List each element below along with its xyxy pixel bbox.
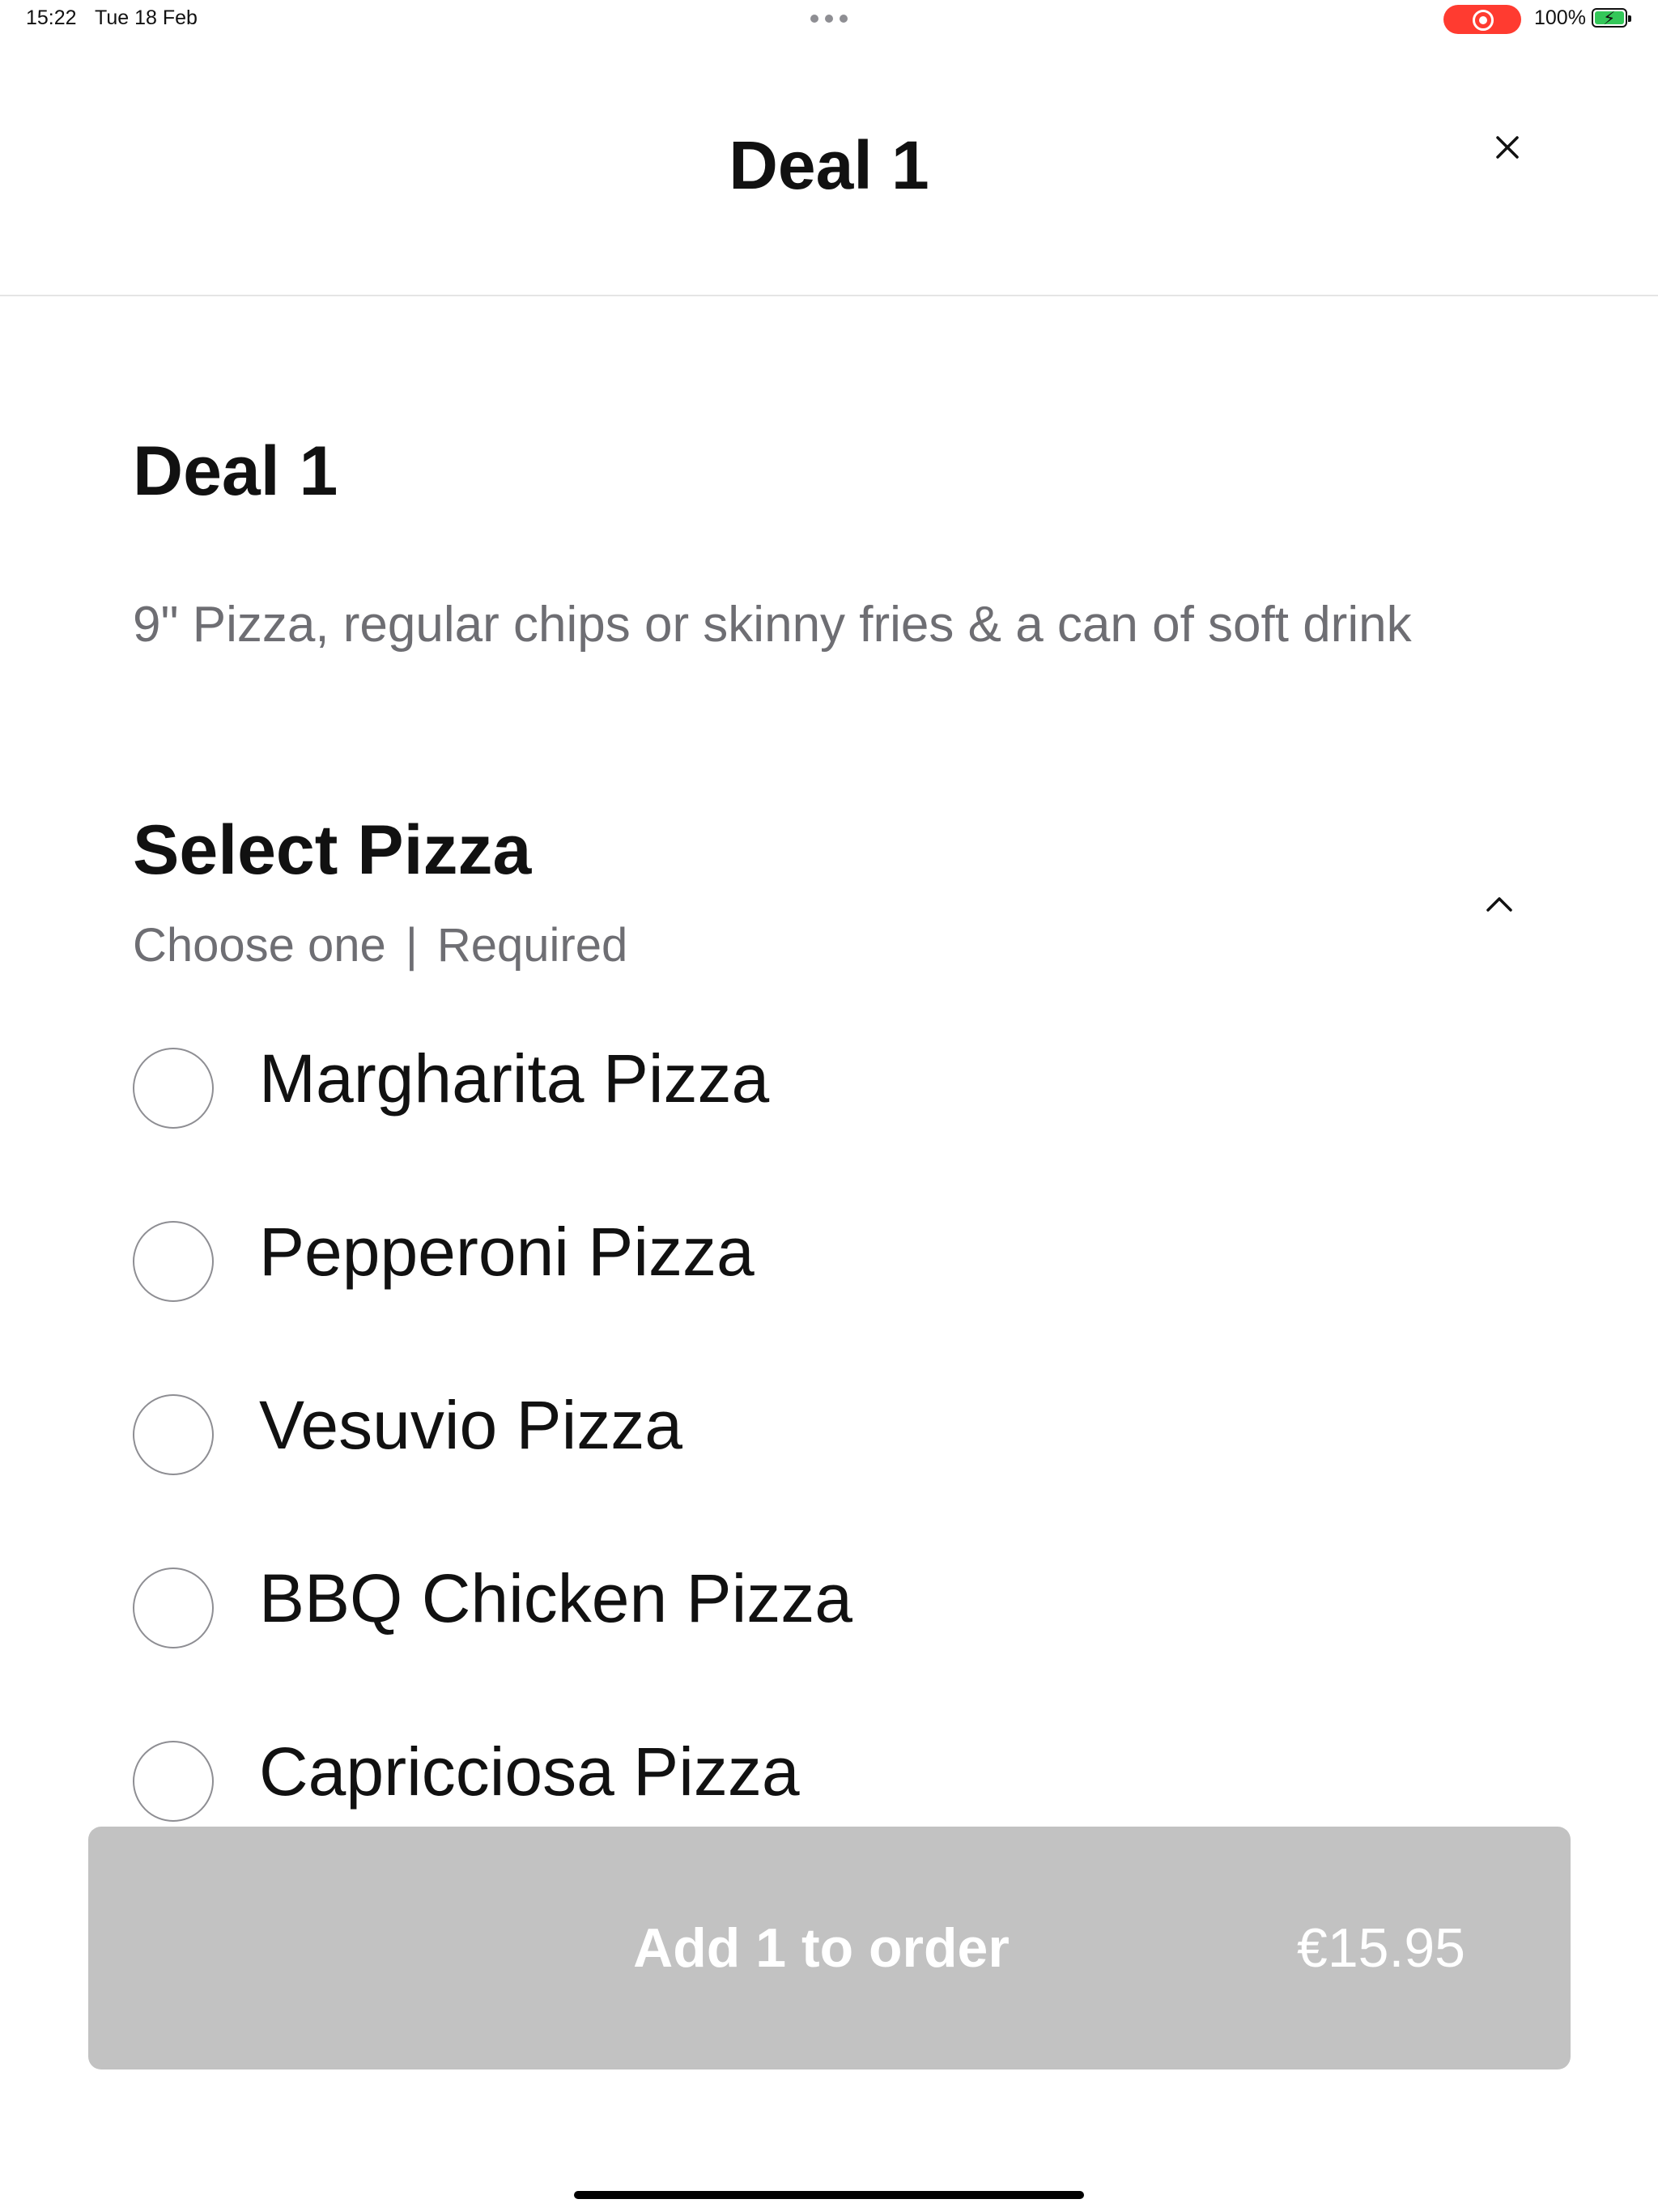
radio-button[interactable] — [133, 1221, 214, 1302]
required-label: Required — [436, 919, 628, 972]
deal-title: Deal 1 — [133, 432, 338, 510]
pizza-option-label: Pepperoni Pizza — [259, 1214, 755, 1290]
deal-description: 9" Pizza, regular chips or skinny fries … — [133, 597, 1412, 653]
modal-title: Deal 1 — [729, 127, 929, 203]
section-title: Select Pizza — [133, 811, 532, 889]
add-to-order-button[interactable]: Add 1 to order €15.95 — [88, 1827, 1571, 2069]
home-indicator[interactable] — [574, 2191, 1084, 2199]
battery-charging-icon: ⚡ — [1592, 8, 1631, 28]
pizza-option-label: BBQ Chicken Pizza — [259, 1560, 852, 1636]
section-requirements: Choose one | Required — [133, 915, 627, 976]
pizza-option-label: Vesuvio Pizza — [259, 1387, 682, 1463]
status-time: 15:22 — [26, 6, 77, 29]
pizza-option-label: Margharita Pizza — [259, 1040, 770, 1117]
pizza-option[interactable]: Vesuvio Pizza — [133, 1385, 1509, 1558]
status-bar: 15:22 Tue 18 Feb 100% ⚡ — [0, 0, 1658, 39]
pizza-option-list: Margharita Pizza Pepperoni Pizza Vesuvio… — [133, 1038, 1509, 1904]
close-icon — [1496, 136, 1519, 159]
radio-button[interactable] — [133, 1048, 214, 1129]
close-button[interactable] — [1486, 126, 1528, 168]
screen-recording-icon[interactable] — [1443, 5, 1521, 34]
radio-button[interactable] — [133, 1394, 214, 1475]
meta-separator: | — [405, 919, 418, 972]
pizza-option[interactable]: BBQ Chicken Pizza — [133, 1558, 1509, 1731]
order-price: €15.95 — [1297, 1917, 1465, 1979]
pizza-option[interactable]: Margharita Pizza — [133, 1038, 1509, 1211]
battery-percentage: 100% — [1534, 6, 1586, 29]
pizza-option-label: Capricciosa Pizza — [259, 1733, 800, 1810]
multitasking-dots-icon[interactable] — [810, 15, 848, 23]
status-date: Tue 18 Feb — [95, 6, 198, 29]
radio-button[interactable] — [133, 1741, 214, 1822]
radio-button[interactable] — [133, 1568, 214, 1648]
chevron-up-icon — [1486, 897, 1512, 912]
section-collapse-button[interactable] — [1478, 883, 1520, 925]
choose-one-label: Choose one — [133, 919, 386, 972]
modal-header: Deal 1 — [0, 39, 1658, 296]
pizza-option[interactable]: Pepperoni Pizza — [133, 1211, 1509, 1385]
